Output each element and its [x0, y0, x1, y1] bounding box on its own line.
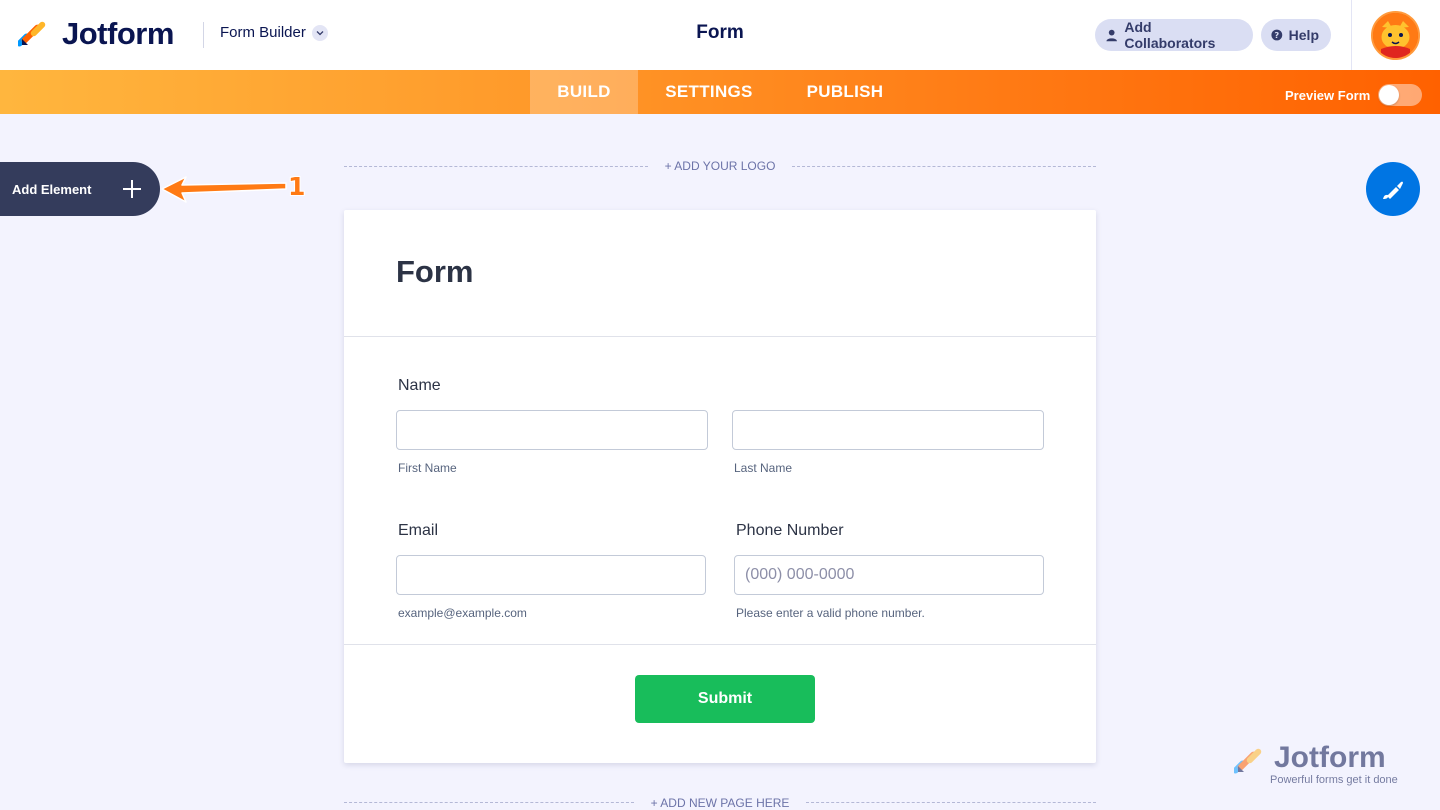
add-logo-link[interactable]: + ADD YOUR LOGO [650, 159, 790, 173]
header-divider-right [1351, 0, 1352, 70]
preview-form-label: Preview Form [1285, 87, 1371, 103]
add-element-button[interactable]: Add Element [0, 162, 160, 216]
user-icon [1106, 29, 1117, 42]
tab-publish[interactable]: PUBLISH [790, 70, 900, 114]
question-icon: ? [1271, 29, 1283, 41]
brand-name: Jotform [62, 16, 174, 51]
plus-icon [123, 180, 141, 198]
submit-separator [344, 644, 1096, 645]
logo-dash-left [344, 166, 648, 167]
add-collaborators-button[interactable]: Add Collaborators [1095, 19, 1253, 51]
phone-sublabel: Please enter a valid phone number. [736, 606, 925, 620]
paint-brush-icon [1383, 181, 1403, 199]
avatar-icon [1373, 13, 1418, 58]
watermark-brand: Jotform [1274, 741, 1386, 774]
last-name-input[interactable] [732, 410, 1044, 450]
logo-dash-right [792, 166, 1096, 167]
tab-build[interactable]: BUILD [530, 70, 638, 114]
page-dash-left [344, 802, 634, 803]
phone-label: Phone Number [736, 522, 844, 539]
jotform-logo-icon [1234, 748, 1262, 774]
chevron-down-icon [311, 24, 328, 41]
watermark-tagline: Powerful forms get it done [1270, 774, 1398, 786]
email-label: Email [398, 522, 439, 539]
add-element-label: Add Element [12, 181, 92, 197]
jotform-logo[interactable]: Jotform [18, 16, 174, 52]
annotation-number: 1 [288, 172, 306, 201]
form-card: Form Name First Name Last Name Email exa… [344, 210, 1096, 763]
form-builder-label: Form Builder [220, 24, 306, 41]
first-name-sublabel: First Name [398, 461, 457, 475]
add-new-page-link[interactable]: + ADD NEW PAGE HERE [636, 796, 804, 810]
arrow-left-icon [161, 176, 287, 203]
form-designer-button[interactable] [1366, 162, 1420, 216]
email-sublabel: example@example.com [398, 606, 527, 620]
jotform-watermark: Jotform Powerful forms get it done [1234, 741, 1409, 790]
help-button[interactable]: ? Help [1261, 19, 1331, 51]
help-label: Help [1288, 27, 1319, 43]
form-builder-select[interactable]: Form Builder [220, 24, 328, 41]
phone-input[interactable] [734, 555, 1044, 595]
last-name-sublabel: Last Name [734, 461, 793, 475]
svg-text:?: ? [1274, 30, 1279, 40]
name-label: Name [398, 377, 441, 394]
avatar[interactable] [1371, 11, 1420, 60]
jotform-logo-icon [18, 21, 46, 47]
builder-nav-bar: BUILD SETTINGS PUBLISH Preview Form [0, 70, 1440, 114]
header-separator [344, 336, 1096, 337]
top-header: Jotform Form Builder Form Add Collaborat… [0, 0, 1440, 70]
submit-button[interactable]: Submit [635, 675, 815, 723]
page-dash-right [806, 802, 1096, 803]
preview-form-toggle[interactable] [1378, 84, 1423, 106]
toggle-knob [1379, 85, 1400, 105]
form-title[interactable]: Form [396, 254, 474, 290]
preview-form: Preview Form [1285, 84, 1423, 106]
first-name-input[interactable] [396, 410, 708, 450]
email-input[interactable] [396, 555, 706, 595]
add-collaborators-label: Add Collaborators [1124, 19, 1216, 51]
tab-settings[interactable]: SETTINGS [648, 70, 770, 114]
header-divider [203, 22, 204, 48]
